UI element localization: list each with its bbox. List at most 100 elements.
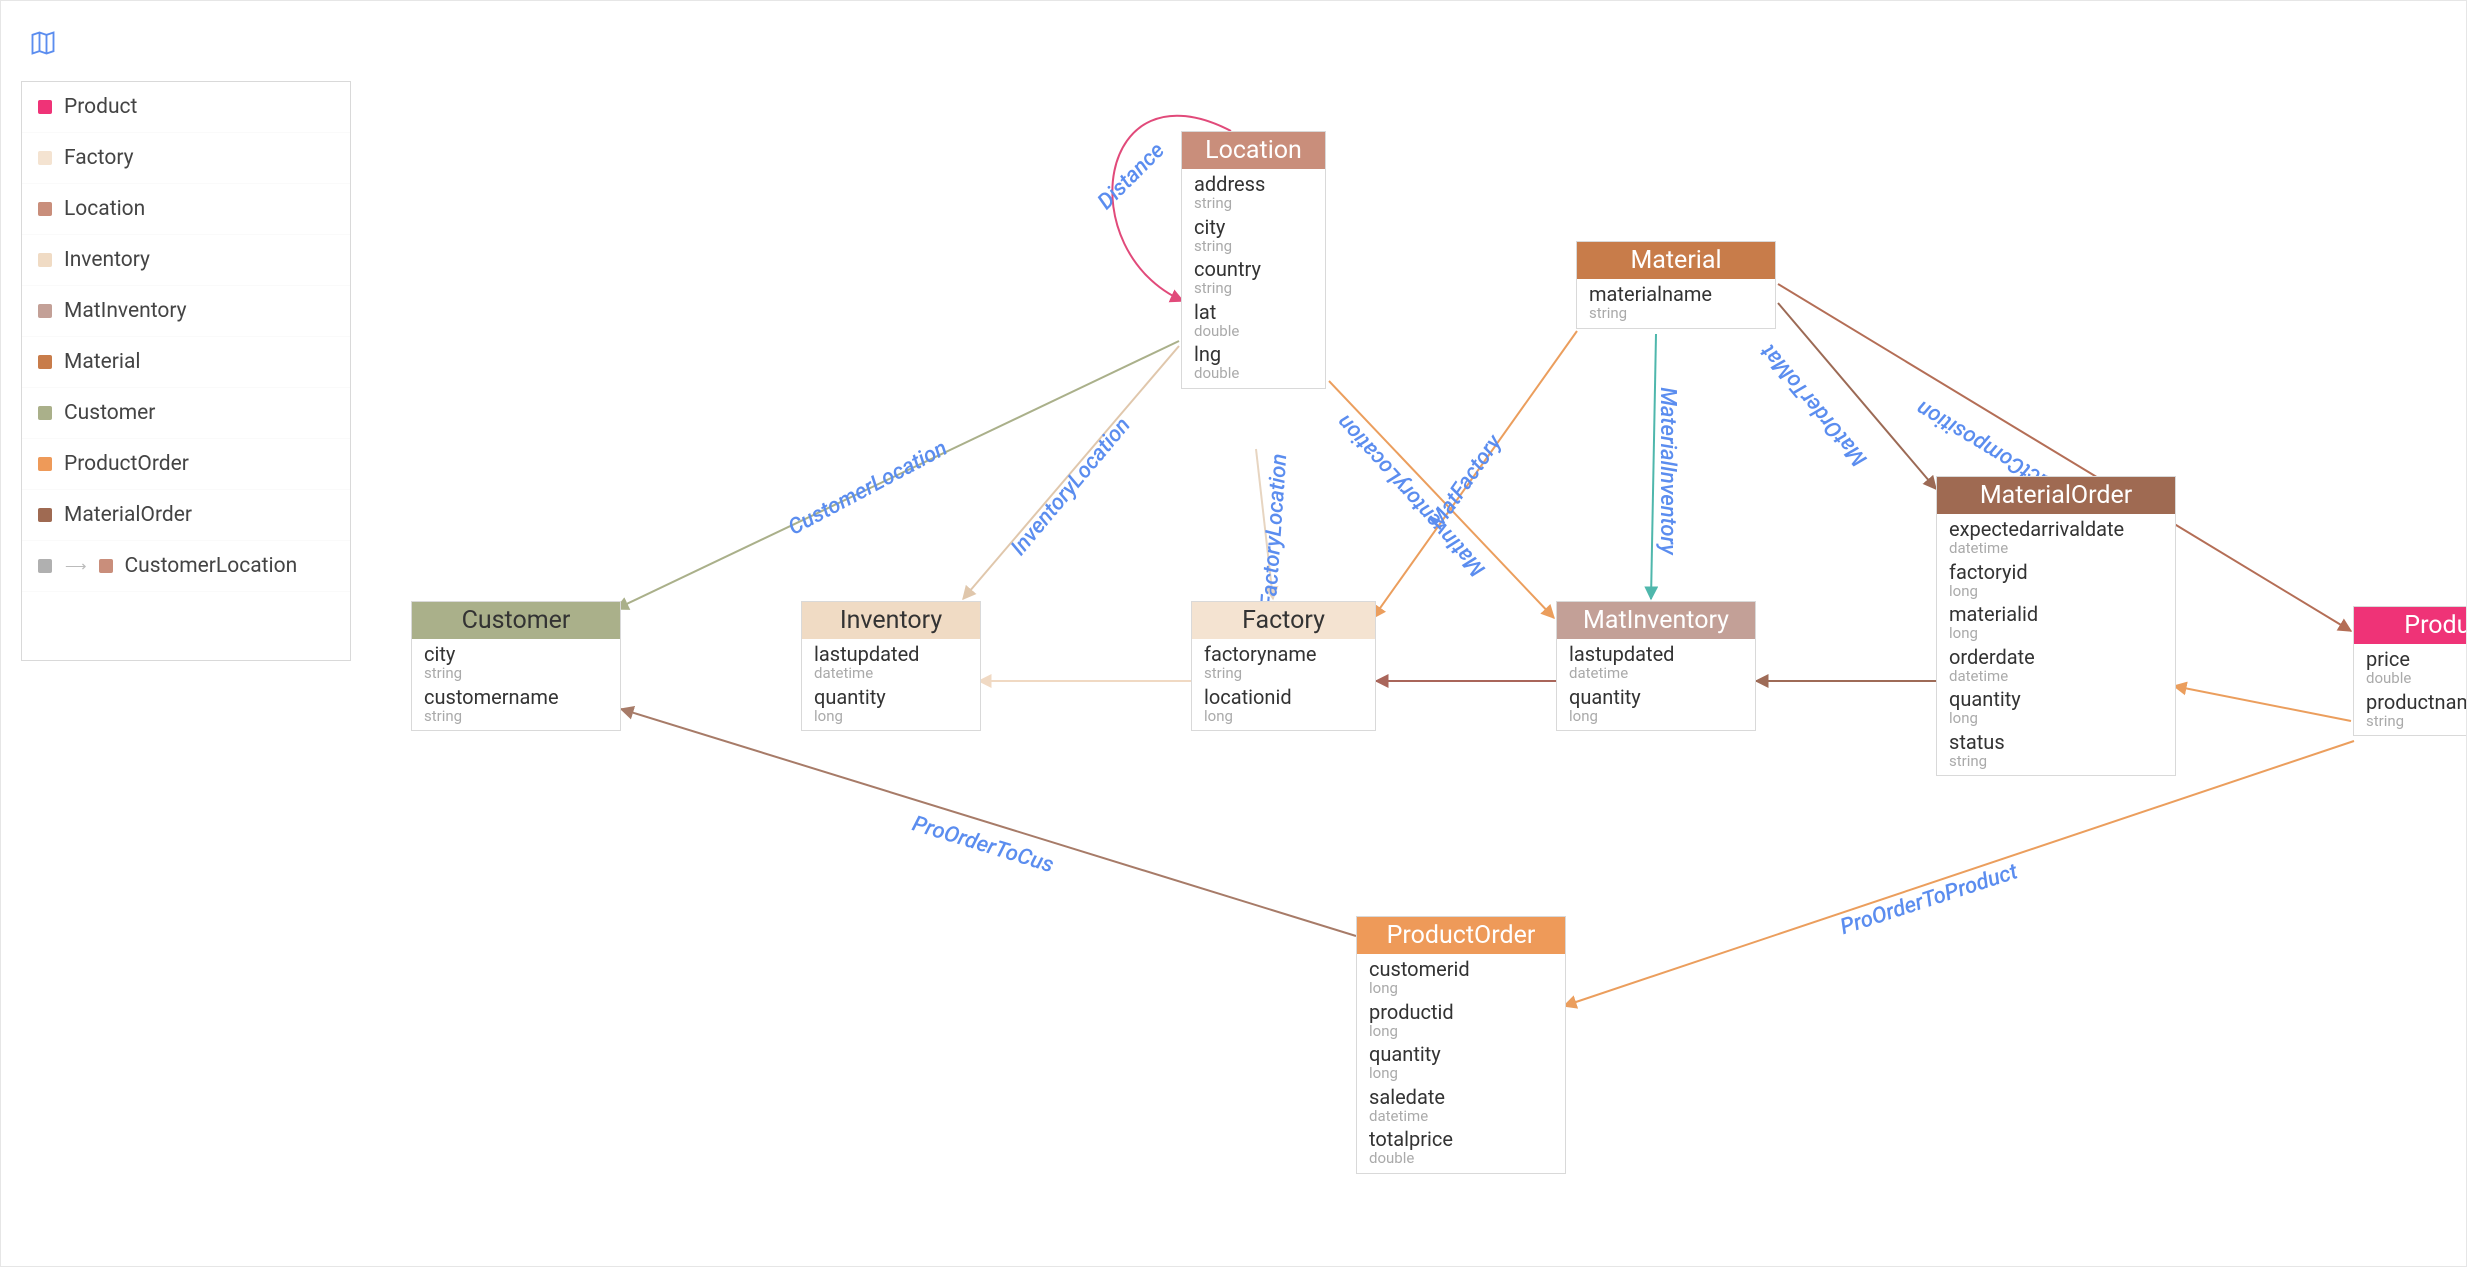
field-row: materialidlong xyxy=(1937,599,2175,642)
field-name: lat xyxy=(1194,301,1313,323)
field-row: materialnamestring xyxy=(1577,279,1775,328)
field-name: address xyxy=(1194,173,1313,195)
legend-label: ProductOrder xyxy=(64,452,189,476)
node-product[interactable]: Productpricedoubleproductnamestring xyxy=(2353,606,2467,736)
swatch-icon xyxy=(38,508,52,522)
field-row: addressstring xyxy=(1182,169,1325,212)
field-type: datetime xyxy=(1369,1108,1553,1125)
field-type: string xyxy=(1194,280,1313,297)
field-row: lastupdateddatetime xyxy=(1557,639,1755,682)
field-type: string xyxy=(1949,753,2163,770)
edge[interactable] xyxy=(963,346,1179,599)
legend-item[interactable]: Customer xyxy=(22,388,350,439)
field-name: locationid xyxy=(1204,686,1363,708)
node-location[interactable]: Locationaddressstringcitystringcountryst… xyxy=(1181,131,1326,389)
field-row: saledatedatetime xyxy=(1357,1082,1565,1125)
node-materialorder[interactable]: MaterialOrderexpectedarrivaldatedatetime… xyxy=(1936,476,2176,776)
edge[interactable] xyxy=(1778,303,1936,489)
node-title: ProductOrder xyxy=(1357,917,1565,954)
field-type: string xyxy=(1194,195,1313,212)
field-row: quantitylong xyxy=(802,682,980,731)
field-name: city xyxy=(1194,216,1313,238)
field-type: long xyxy=(1369,1023,1553,1040)
legend-item[interactable]: Factory xyxy=(22,133,350,184)
field-name: lastupdated xyxy=(814,643,968,665)
field-name: totalprice xyxy=(1369,1128,1553,1150)
field-type: long xyxy=(1369,980,1553,997)
field-name: price xyxy=(2366,648,2467,670)
swatch-icon xyxy=(38,457,52,471)
edge-label: MatFactory xyxy=(1424,429,1508,533)
field-name: materialname xyxy=(1589,283,1763,305)
edge[interactable] xyxy=(1564,741,2354,1006)
swatch-icon xyxy=(38,100,52,114)
legend-item[interactable]: ProductOrder xyxy=(22,439,350,490)
map-icon[interactable] xyxy=(29,29,57,61)
node-title: Product xyxy=(2354,607,2467,644)
field-type: double xyxy=(2366,670,2467,687)
edge-label: CustomerLocation xyxy=(784,436,951,541)
field-type: datetime xyxy=(1569,665,1743,682)
field-name: status xyxy=(1949,731,2163,753)
field-row: locationidlong xyxy=(1192,682,1375,731)
field-name: customername xyxy=(424,686,608,708)
edge[interactable] xyxy=(1329,381,1554,618)
legend-item[interactable]: Location xyxy=(22,184,350,235)
field-type: double xyxy=(1194,365,1313,382)
swatch-icon xyxy=(38,202,52,216)
swatch-icon xyxy=(38,559,52,573)
field-type: string xyxy=(1204,665,1363,682)
legend-label: MaterialOrder xyxy=(64,503,192,527)
edge[interactable] xyxy=(1373,331,1577,618)
node-productorder[interactable]: ProductOrdercustomeridlongproductidlongq… xyxy=(1356,916,1566,1174)
field-type: long xyxy=(1204,708,1363,725)
legend-label: Inventory xyxy=(64,248,150,272)
node-inventory[interactable]: Inventorylastupdateddatetimequantitylong xyxy=(801,601,981,731)
legend-item[interactable]: Inventory xyxy=(22,235,350,286)
legend-item[interactable]: ⟶CustomerLocation xyxy=(22,541,350,592)
edge[interactable] xyxy=(1256,449,1273,599)
edge[interactable] xyxy=(621,709,1356,936)
edge-label: MaterialInventory xyxy=(1655,387,1680,556)
field-row: citystring xyxy=(412,639,620,682)
field-row: pricedouble xyxy=(2354,644,2467,687)
field-row: lngdouble xyxy=(1182,339,1325,388)
swatch-icon xyxy=(99,559,113,573)
field-row: customeridlong xyxy=(1357,954,1565,997)
legend-label: Material xyxy=(64,350,141,374)
legend-label: Product xyxy=(64,95,137,119)
swatch-icon xyxy=(38,304,52,318)
field-row: productnamestring xyxy=(2354,687,2467,736)
field-row: latdouble xyxy=(1182,297,1325,340)
field-type: string xyxy=(424,665,608,682)
field-type: long xyxy=(1569,708,1743,725)
edge-label: ProOrderToProduct xyxy=(1837,859,2021,940)
legend-label: MatInventory xyxy=(64,299,187,323)
legend-label: Factory xyxy=(64,146,134,170)
legend-item[interactable]: MatInventory xyxy=(22,286,350,337)
field-row: orderdatedatetime xyxy=(1937,642,2175,685)
swatch-icon xyxy=(38,151,52,165)
legend-item[interactable]: Product xyxy=(22,82,350,133)
node-material[interactable]: Materialmaterialnamestring xyxy=(1576,241,1776,329)
field-name: factoryname xyxy=(1204,643,1363,665)
field-type: datetime xyxy=(1949,540,2163,557)
node-factory[interactable]: Factoryfactorynamestringlocationidlong xyxy=(1191,601,1376,731)
legend-item[interactable]: MaterialOrder xyxy=(22,490,350,541)
node-customer[interactable]: Customercitystringcustomernamestring xyxy=(411,601,621,731)
edge[interactable] xyxy=(2174,686,2351,721)
node-title: Location xyxy=(1182,132,1325,169)
field-name: productname xyxy=(2366,691,2467,713)
field-row: lastupdateddatetime xyxy=(802,639,980,682)
legend-scroll[interactable]: Product Factory Location Inventory MatInvent… xyxy=(22,82,350,660)
legend-item[interactable]: Material xyxy=(22,337,350,388)
field-name: materialid xyxy=(1949,603,2163,625)
diagram-canvas[interactable]: Product Factory Location Inventory MatInvent… xyxy=(0,0,2467,1267)
edge[interactable] xyxy=(1651,334,1656,599)
edge[interactable] xyxy=(616,341,1179,609)
field-row: quantitylong xyxy=(1557,682,1755,731)
field-row: expectedarrivaldatedatetime xyxy=(1937,514,2175,557)
legend-label: Customer xyxy=(64,401,155,425)
field-type: double xyxy=(1369,1150,1553,1167)
node-matinventory[interactable]: MatInventorylastupdateddatetimequantityl… xyxy=(1556,601,1756,731)
